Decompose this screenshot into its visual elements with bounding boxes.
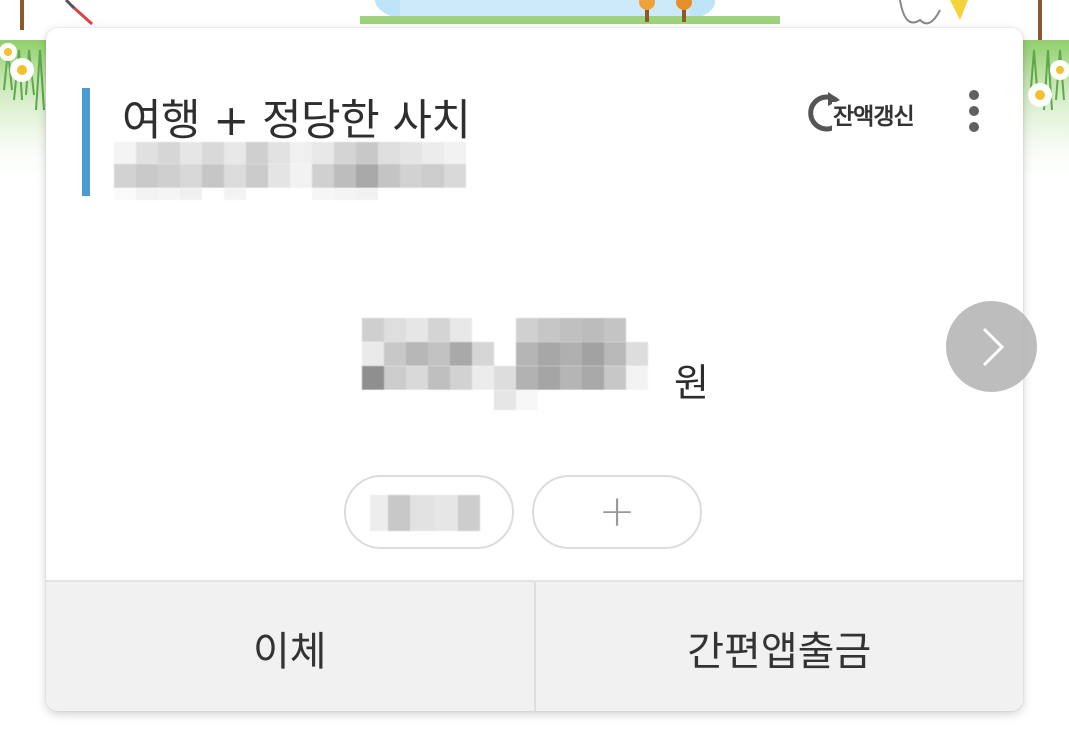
- plus-icon: +: [598, 486, 636, 537]
- masked-tag-label: [370, 495, 480, 531]
- account-card: 여행 + 정당한 사치 잔액갱신 원 + 이체 간편앱출금: [46, 28, 1023, 711]
- add-tag-button[interactable]: +: [532, 475, 702, 549]
- account-actions-bar: 이체 간편앱출금: [46, 580, 1023, 711]
- chevron-right-icon: [982, 327, 1005, 367]
- easy-app-withdraw-button[interactable]: 간편앱출금: [536, 582, 1024, 711]
- refresh-balance-button[interactable]: 잔액갱신: [806, 90, 924, 136]
- easy-app-withdraw-label: 간편앱출금: [687, 628, 872, 675]
- account-accent-bar: [82, 88, 90, 196]
- next-account-button[interactable]: [946, 301, 1037, 392]
- more-options-button[interactable]: [960, 88, 988, 138]
- account-tag-chip[interactable]: [344, 475, 514, 549]
- transfer-button[interactable]: 이체: [46, 582, 536, 711]
- currency-unit: 원: [674, 361, 709, 405]
- masked-balance: [362, 318, 662, 422]
- refresh-balance-label: 잔액갱신: [832, 102, 915, 132]
- masked-account-number: [114, 136, 478, 202]
- balance-amount: [362, 318, 672, 422]
- transfer-label: 이체: [252, 628, 327, 675]
